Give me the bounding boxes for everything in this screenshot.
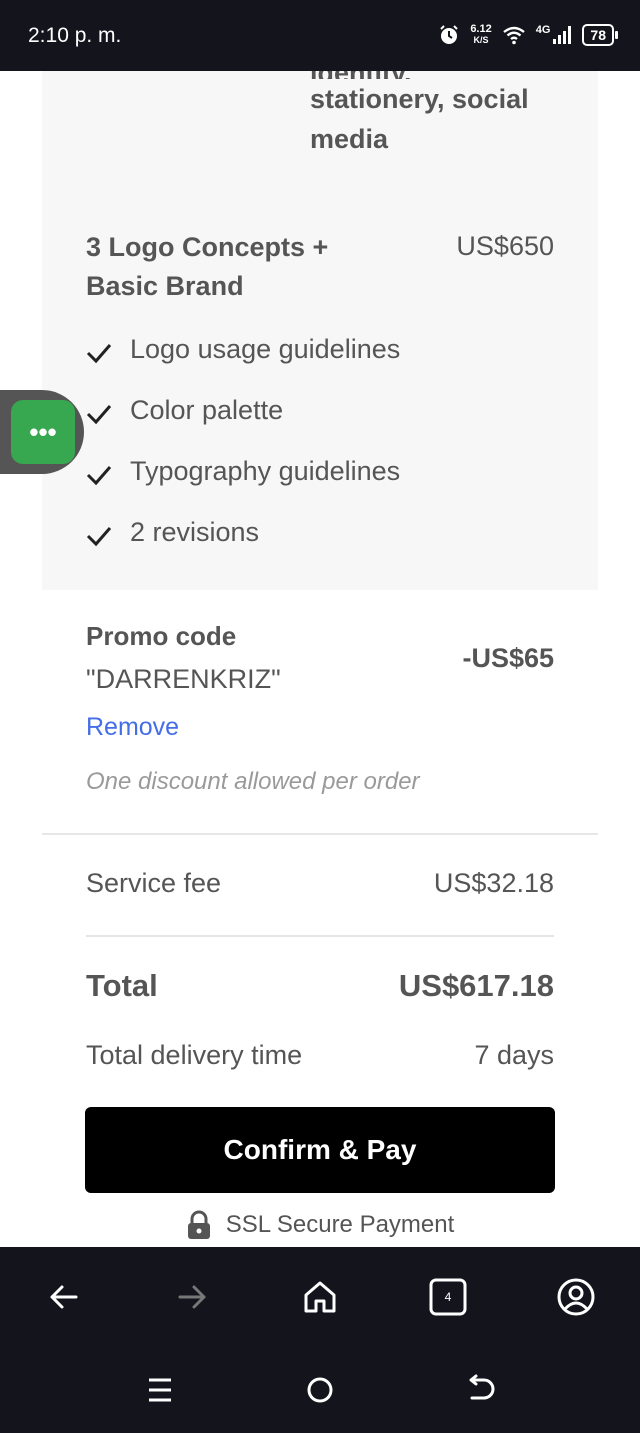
check-icon (86, 344, 112, 364)
delivery-time-value: 7 days (474, 1040, 554, 1070)
tab-count: 4 (444, 1290, 452, 1304)
promo-code-value: "DARRENKRIZ" (86, 664, 281, 694)
feature-item: Color palette (86, 395, 400, 456)
divider (42, 833, 598, 835)
package-details: identity, stationery, social media 3 Log… (42, 71, 598, 590)
package-title: 3 Logo Concepts + Basic Brand (86, 232, 329, 301)
status-icons: 6.12 K/S 4G 78 (438, 20, 618, 50)
status-time: 2:10 p. m. (28, 24, 122, 47)
delivery-time-label: Total delivery time (86, 1040, 303, 1070)
alarm-icon (440, 25, 459, 44)
back-arrow-icon[interactable] (42, 1275, 86, 1319)
chat-more-button[interactable]: ••• (11, 400, 75, 464)
menu-icon[interactable] (138, 1368, 182, 1412)
service-fee-value: US$32.18 (433, 868, 554, 898)
network-speed: 6.12 K/S (470, 24, 491, 46)
checkout-content: identity, stationery, social media 3 Log… (0, 71, 640, 1247)
total-value: US$617.18 (398, 968, 554, 1003)
check-icon (86, 527, 112, 547)
feature-item: 2 revisions (86, 517, 400, 578)
feature-label: Typography guidelines (130, 456, 401, 486)
service-fee-label: Service fee (86, 868, 222, 898)
confirm-pay-button[interactable]: Confirm & Pay (85, 1107, 555, 1193)
promo-code-label: Promo code (86, 621, 237, 651)
check-icon (86, 405, 112, 425)
account-icon[interactable] (554, 1275, 598, 1319)
return-icon[interactable] (458, 1368, 502, 1412)
navigation-bar: 4 (0, 1247, 640, 1433)
package-features-list: Logo usage guidelines Color palette Typo… (86, 334, 400, 578)
battery-icon: 78 (582, 24, 618, 46)
divider (86, 935, 554, 937)
package-price: US$650 (456, 231, 554, 261)
ssl-label: SSL Secure Payment (225, 1211, 455, 1238)
home-icon[interactable] (298, 1275, 342, 1319)
speed-value: 6.12 (470, 23, 492, 35)
feature-text-cut: identity, (310, 71, 570, 79)
promo-discount: -US$65 (462, 643, 554, 673)
total-label: Total (86, 968, 158, 1003)
remove-promo-link[interactable]: Remove (86, 713, 179, 742)
forward-arrow-icon[interactable] (170, 1275, 214, 1319)
feature-text: stationery, social media (310, 84, 529, 154)
ssl-secure-payment: SSL Secure Payment (0, 1210, 640, 1240)
circle-home-icon[interactable] (298, 1368, 342, 1412)
network-type: 4G (535, 24, 551, 36)
feature-label: Color palette (130, 395, 284, 425)
speed-unit: K/S (473, 35, 489, 45)
feature-item: Typography guidelines (86, 456, 400, 517)
status-bar: 2:10 p. m. 6.12 K/S 4G 78 (0, 0, 640, 71)
package-feature-text: identity, stationery, social media (310, 71, 570, 159)
signal-icon (553, 26, 572, 44)
tabs-button[interactable]: 4 (426, 1275, 470, 1319)
feature-item: Logo usage guidelines (86, 334, 400, 395)
wifi-icon (502, 26, 525, 45)
lock-icon (187, 1210, 210, 1239)
discount-note: One discount allowed per order (86, 768, 420, 795)
check-icon (86, 466, 112, 486)
feature-label: Logo usage guidelines (130, 334, 401, 364)
feature-label: 2 revisions (130, 517, 260, 547)
